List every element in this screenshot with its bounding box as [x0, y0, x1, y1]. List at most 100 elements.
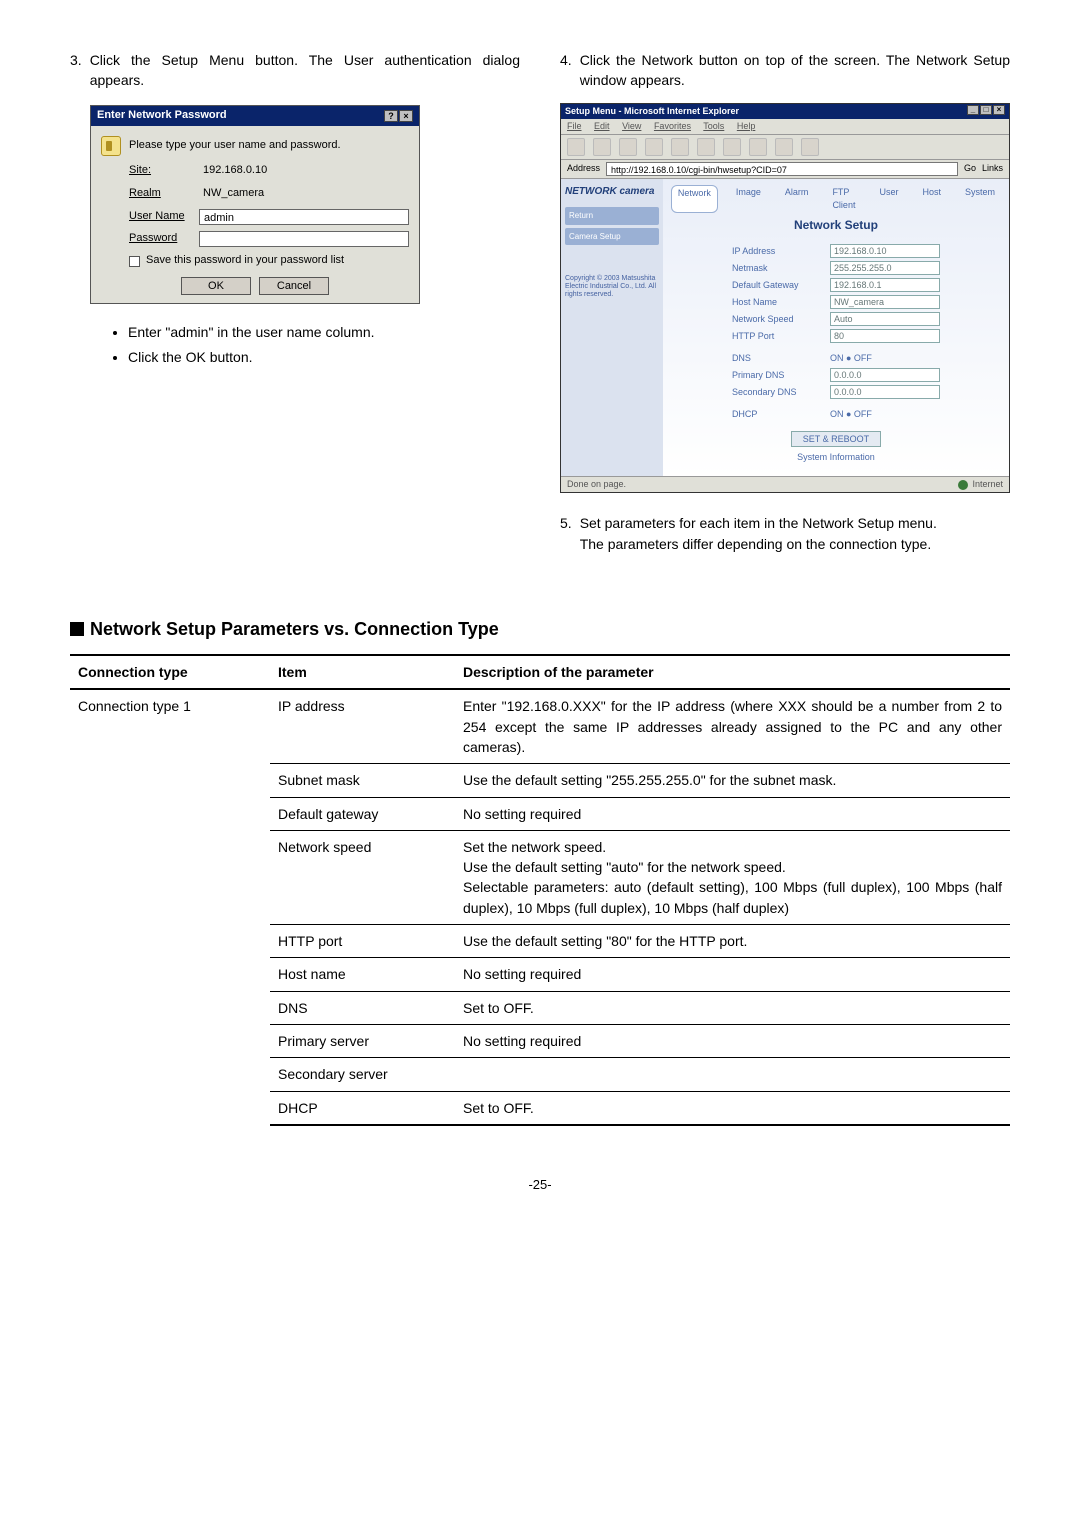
step-5-number: 5.: [560, 513, 572, 554]
home-icon[interactable]: [671, 138, 689, 156]
minimize-icon[interactable]: _: [967, 105, 979, 115]
th-connection-type: Connection type: [70, 655, 270, 689]
auth-dialog-title: Enter Network Password: [97, 108, 227, 124]
tab-system[interactable]: System: [959, 185, 1001, 213]
browser-window: Setup Menu - Microsoft Internet Explorer…: [560, 103, 1010, 494]
auth-dialog-body: Please type your user name and password.…: [91, 126, 419, 304]
sidebar-return[interactable]: Return: [565, 207, 659, 225]
password-input[interactable]: [199, 231, 409, 247]
cell-desc-netspeed: Set the network speed. Use the default s…: [455, 830, 1010, 924]
realm-label: Realm: [129, 186, 199, 202]
browser-title: Setup Menu - Microsoft Internet Explorer: [565, 105, 739, 118]
ip-field[interactable]: 192.168.0.10: [830, 244, 940, 258]
primarydns-field[interactable]: 0.0.0.0: [830, 368, 940, 382]
gateway-field[interactable]: 192.168.0.1: [830, 278, 940, 292]
menu-edit[interactable]: Edit: [594, 121, 610, 131]
cell-item-dhcp: DHCP: [270, 1091, 455, 1125]
username-label: User Name: [129, 209, 199, 225]
tab-user[interactable]: User: [873, 185, 904, 213]
browser-titlebar: Setup Menu - Microsoft Internet Explorer…: [561, 104, 1009, 119]
step-4: 4. Click the Network button on top of th…: [560, 50, 1010, 91]
site-value: 192.168.0.10: [199, 162, 409, 180]
address-input[interactable]: http://192.168.0.10/cgi-bin/hwsetup?CID=…: [606, 162, 958, 176]
back-icon[interactable]: [567, 138, 585, 156]
auth-dialog-titlebar: Enter Network Password ? ×: [91, 106, 419, 126]
cell-desc-ip: Enter "192.168.0.XXX" for the IP address…: [455, 689, 1010, 763]
status-zone: Internet: [972, 478, 1003, 491]
tab-host[interactable]: Host: [916, 185, 947, 213]
stop-icon[interactable]: [619, 138, 637, 156]
right-column: 4. Click the Network button on top of th…: [560, 50, 1010, 566]
checkbox-icon[interactable]: [129, 256, 140, 267]
logo: NETWORK camera: [565, 185, 659, 200]
tab-ftp[interactable]: FTP Client: [826, 185, 861, 213]
save-password-checkbox[interactable]: Save this password in your password list: [129, 253, 409, 269]
globe-icon: [958, 480, 968, 490]
cell-item-dns: DNS: [270, 991, 455, 1024]
browser-content: NETWORK camera Return Camera Setup Copyr…: [561, 179, 1009, 477]
cell-desc-subnet: Use the default setting "255.255.255.0" …: [455, 764, 1010, 797]
search-icon[interactable]: [697, 138, 715, 156]
menu-view[interactable]: View: [622, 121, 641, 131]
go-button[interactable]: Go: [964, 162, 976, 175]
cell-desc-primary: No setting required: [455, 1024, 1010, 1057]
forward-icon[interactable]: [593, 138, 611, 156]
username-input[interactable]: admin: [199, 209, 409, 225]
cell-item-subnet: Subnet mask: [270, 764, 455, 797]
section-title: Network Setup Parameters vs. Connection …: [90, 619, 499, 639]
top-tabs: Network Image Alarm FTP Client User Host…: [671, 185, 1001, 213]
cell-desc-httpport: Use the default setting "80" for the HTT…: [455, 925, 1010, 958]
close-window-icon[interactable]: ×: [993, 105, 1005, 115]
menu-help[interactable]: Help: [737, 121, 756, 131]
page-number: -25-: [70, 1176, 1010, 1195]
cell-item-ip: IP address: [270, 689, 455, 763]
menu-favorites[interactable]: Favorites: [654, 121, 691, 131]
gateway-label: Default Gateway: [732, 279, 822, 292]
history-icon[interactable]: [749, 138, 767, 156]
th-item: Item: [270, 655, 455, 689]
set-reboot-button[interactable]: SET & REBOOT: [791, 431, 881, 447]
sidebar-camera-setup[interactable]: Camera Setup: [565, 228, 659, 246]
cell-desc-hostname: No setting required: [455, 958, 1010, 991]
step-5: 5. Set parameters for each item in the N…: [560, 513, 1010, 554]
help-icon[interactable]: ?: [384, 110, 398, 122]
bullet-click-ok: Click the OK button.: [128, 347, 520, 367]
menu-file[interactable]: File: [567, 121, 582, 131]
tab-alarm[interactable]: Alarm: [779, 185, 815, 213]
close-icon[interactable]: ×: [399, 110, 413, 122]
dns-label: DNS: [732, 352, 822, 365]
maximize-icon[interactable]: □: [980, 105, 992, 115]
cancel-button[interactable]: Cancel: [259, 277, 329, 295]
key-icon: [101, 136, 121, 156]
ok-button[interactable]: OK: [181, 277, 251, 295]
netspeed-field[interactable]: Auto: [830, 312, 940, 326]
hostname-field[interactable]: NW_camera: [830, 295, 940, 309]
print-icon[interactable]: [801, 138, 819, 156]
httpport-field[interactable]: 80: [830, 329, 940, 343]
refresh-icon[interactable]: [645, 138, 663, 156]
menu-tools[interactable]: Tools: [703, 121, 724, 131]
favorites-icon[interactable]: [723, 138, 741, 156]
cell-desc-dhcp: Set to OFF.: [455, 1091, 1010, 1125]
tab-network[interactable]: Network: [671, 185, 718, 213]
links-label: Links: [982, 162, 1003, 175]
dhcp-radio[interactable]: ON ● OFF: [830, 408, 940, 421]
mail-icon[interactable]: [775, 138, 793, 156]
cell-item-primary: Primary server: [270, 1024, 455, 1057]
tab-image[interactable]: Image: [730, 185, 767, 213]
step-4-number: 4.: [560, 50, 572, 91]
secondarydns-field[interactable]: 0.0.0.0: [830, 385, 940, 399]
top-columns: 3. Click the Setup Menu button. The User…: [70, 50, 1010, 566]
dns-radio[interactable]: ON ● OFF: [830, 352, 940, 365]
status-text: Done on page.: [567, 478, 626, 491]
cell-item-hostname: Host name: [270, 958, 455, 991]
netmask-field[interactable]: 255.255.255.0: [830, 261, 940, 275]
httpport-label: HTTP Port: [732, 330, 822, 343]
step-5-note: The parameters differ depending on the c…: [580, 534, 1010, 554]
step-3-bullets: Enter "admin" in the user name column. C…: [88, 322, 520, 367]
step-3-number: 3.: [70, 50, 82, 91]
step-4-text: Click the Network button on top of the s…: [580, 50, 1010, 91]
system-information-link[interactable]: System Information: [671, 451, 1001, 464]
sidebar: NETWORK camera Return Camera Setup Copyr…: [561, 179, 663, 477]
cell-item-secondary: Secondary server: [270, 1058, 455, 1091]
